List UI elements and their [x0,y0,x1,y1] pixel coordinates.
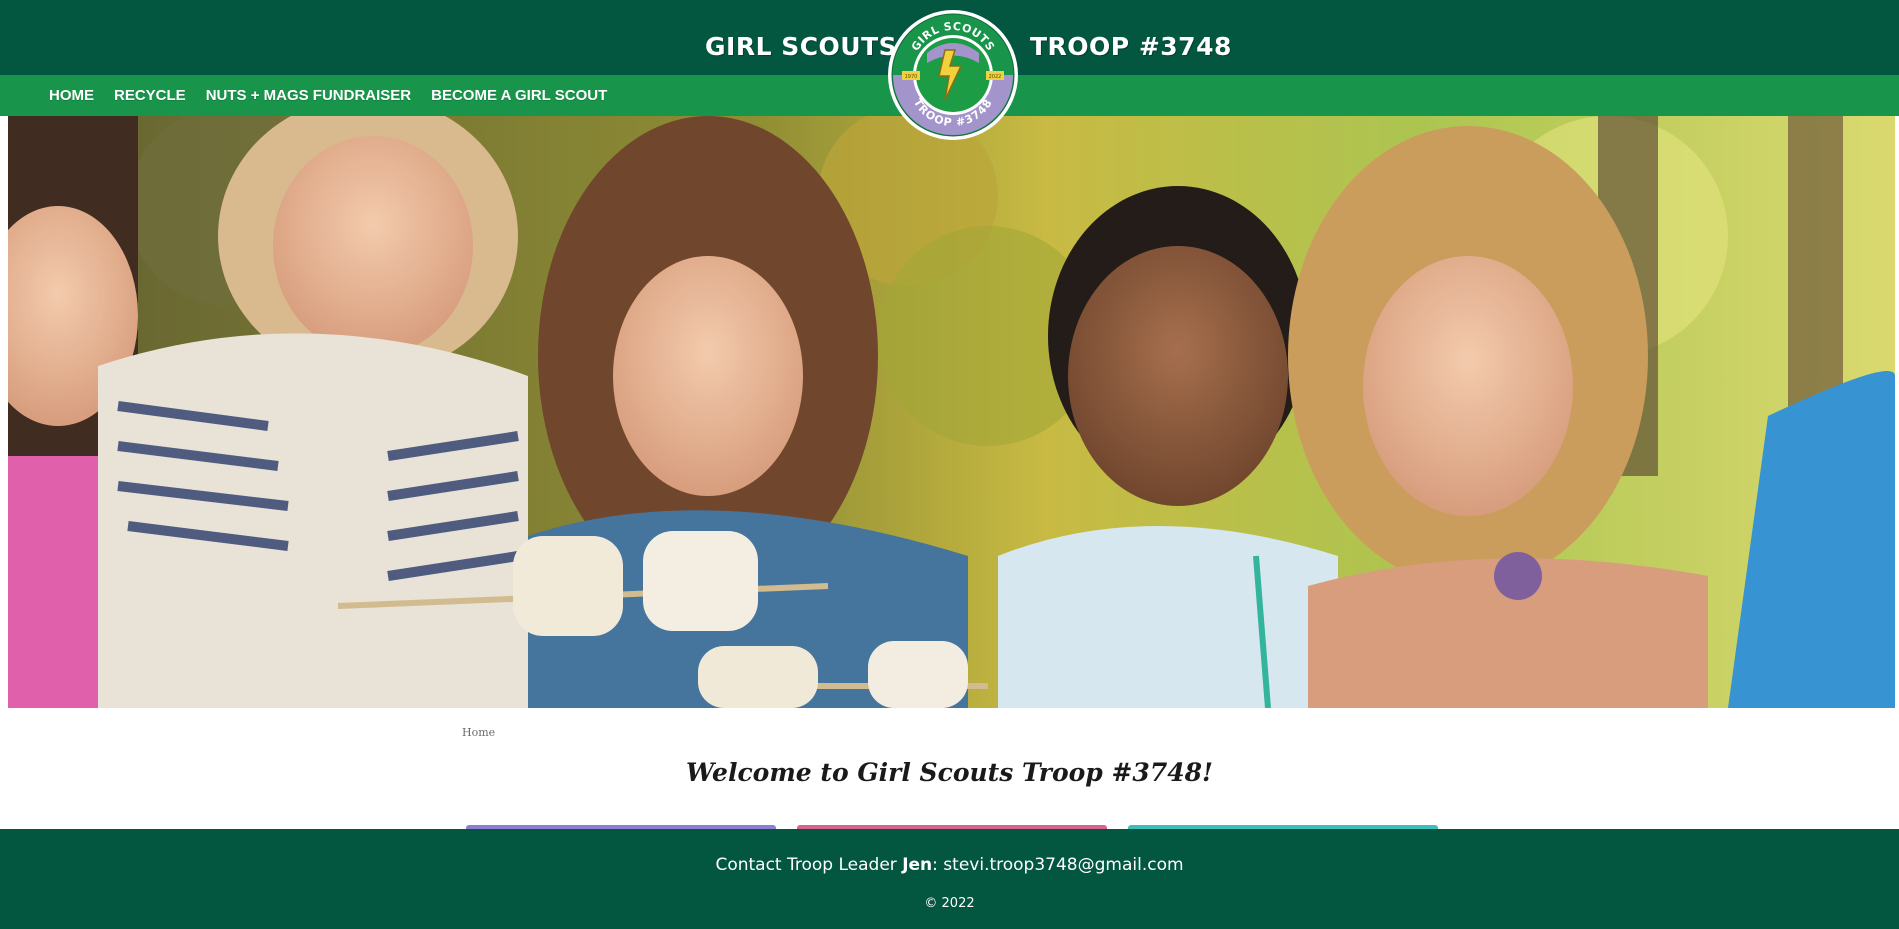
svg-text:2022: 2022 [989,74,1002,80]
breadcrumb: Home [462,726,495,739]
nav-item-home[interactable]: HOME [49,87,94,104]
nav-item-become-a-girl-scout[interactable]: BECOME A GIRL SCOUT [431,87,607,104]
footer-contact: Contact Troop Leader Jen: stevi.troop374… [0,855,1899,875]
breadcrumb-home[interactable]: Home [462,726,495,739]
copyright: © 2022 [924,896,975,911]
page-title: Welcome to Girl Scouts Troop #3748! [686,758,1213,787]
hero-image [8,116,1895,708]
svg-text:1970: 1970 [905,74,918,80]
footer: Contact Troop Leader Jen: stevi.troop374… [0,829,1899,929]
troop-logo[interactable]: GIRL SCOUTS TROOP #3748 1970 2022 [887,8,1019,142]
nav-item-recycle[interactable]: RECYCLE [114,87,186,104]
main-nav: HOME RECYCLE NUTS + MAGS FUNDRAISER BECO… [49,75,627,116]
contact-name: Jen [902,855,933,875]
hero-photo-icon [8,116,1895,708]
girl-scouts-badge-icon: GIRL SCOUTS TROOP #3748 1970 2022 [888,10,1018,140]
contact-prefix: Contact Troop Leader [715,855,897,875]
contact-email[interactable]: : stevi.troop3748@gmail.com [932,855,1183,875]
brand-title-left[interactable]: GIRL SCOUTS [705,34,897,59]
nav-item-nuts-mags-fundraiser[interactable]: NUTS + MAGS FUNDRAISER [206,87,411,104]
brand-title-right[interactable]: TROOP #3748 [1030,34,1232,59]
